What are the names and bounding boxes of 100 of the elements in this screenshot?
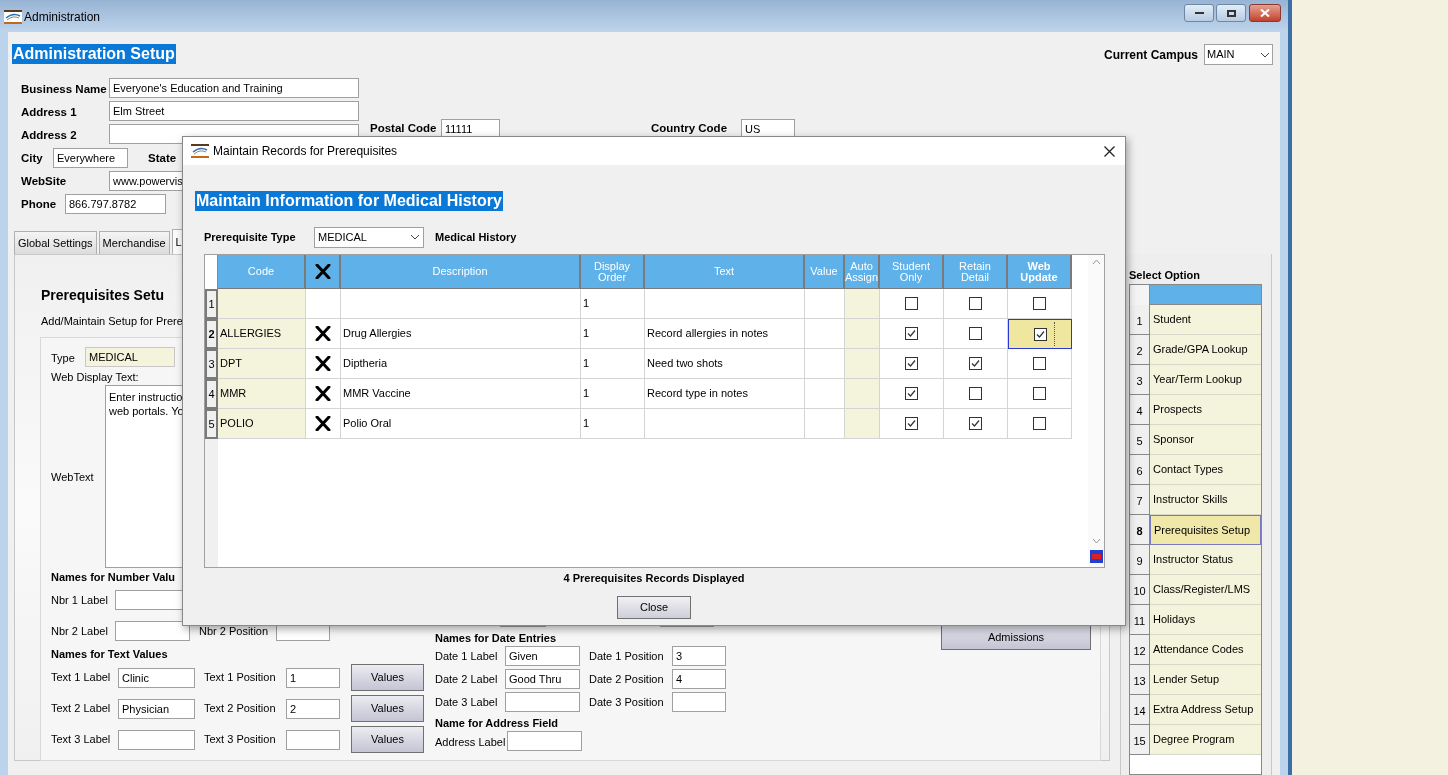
close-icon bbox=[1260, 9, 1270, 17]
option-item[interactable]: Lender Setup bbox=[1150, 665, 1261, 695]
type-field[interactable]: MEDICAL bbox=[85, 347, 175, 367]
text-field[interactable]: Physician bbox=[118, 698, 195, 719]
close-button[interactable]: Close bbox=[617, 596, 691, 619]
option-item[interactable]: Holidays bbox=[1150, 605, 1261, 635]
text-field[interactable]: 866.797.8782 bbox=[65, 194, 166, 214]
field-label: Phone bbox=[21, 197, 57, 211]
checkbox[interactable] bbox=[1033, 387, 1046, 400]
option-item[interactable]: Extra Address Setup bbox=[1150, 695, 1261, 725]
status-text: 4 Prerequisites Records Displayed bbox=[562, 571, 746, 585]
row-number: 14 bbox=[1130, 695, 1150, 725]
type-description: Medical History bbox=[435, 229, 517, 245]
close-button[interactable] bbox=[1249, 4, 1281, 22]
text-field[interactable] bbox=[507, 731, 582, 751]
checkbox[interactable] bbox=[905, 357, 918, 370]
option-item[interactable]: Grade/GPA Lookup bbox=[1150, 335, 1261, 365]
column-header: Web Update bbox=[1008, 255, 1072, 289]
row-number[interactable]: 3 bbox=[205, 349, 218, 379]
text-field[interactable] bbox=[505, 692, 580, 712]
option-item[interactable]: Class/Register/LMS bbox=[1150, 575, 1261, 605]
option-item[interactable]: Prerequisites Setup bbox=[1150, 515, 1261, 545]
option-item[interactable]: Degree Program bbox=[1150, 725, 1261, 755]
campus-dropdown[interactable]: MAIN bbox=[1204, 44, 1273, 65]
option-item[interactable]: Year/Term Lookup bbox=[1150, 365, 1261, 395]
checkbox[interactable] bbox=[1033, 297, 1046, 310]
text-field[interactable]: 11111 bbox=[441, 119, 500, 139]
minimize-button[interactable] bbox=[1184, 4, 1214, 22]
delete-icon bbox=[315, 356, 331, 371]
column-header: Display Order bbox=[581, 255, 645, 289]
tab[interactable]: Merchandise bbox=[98, 231, 170, 255]
checkbox[interactable] bbox=[905, 327, 918, 340]
values-button[interactable]: Values bbox=[351, 726, 424, 753]
scrollbar[interactable] bbox=[1088, 255, 1104, 567]
option-item[interactable]: Attendance Codes bbox=[1150, 635, 1261, 665]
table-cell: Need two shots bbox=[645, 349, 805, 379]
column-header: Text bbox=[645, 255, 805, 289]
maximize-button[interactable] bbox=[1216, 4, 1246, 22]
text-field[interactable]: Everywhere bbox=[53, 148, 128, 168]
checkbox[interactable] bbox=[969, 357, 982, 370]
text-field[interactable] bbox=[118, 729, 195, 750]
section-heading: Names for Text Values bbox=[51, 647, 168, 661]
row-number: 7 bbox=[1130, 485, 1150, 515]
text-field[interactable]: Clinic bbox=[118, 667, 195, 688]
type-dropdown[interactable]: MEDICAL bbox=[314, 226, 424, 248]
field-label: Date 1 Label bbox=[435, 648, 499, 664]
text-field[interactable]: Everyone's Education and Training bbox=[109, 78, 359, 98]
text-field[interactable] bbox=[115, 621, 190, 641]
tab[interactable]: Global Settings bbox=[14, 231, 97, 255]
row-number[interactable]: 1 bbox=[205, 289, 218, 319]
row-number[interactable]: 4 bbox=[205, 379, 218, 409]
checkbox[interactable] bbox=[1033, 357, 1046, 370]
text-field[interactable]: Elm Street bbox=[109, 101, 359, 121]
checkbox[interactable] bbox=[969, 387, 982, 400]
table-cell: Record allergies in notes bbox=[645, 319, 805, 349]
section-heading: Names for Date Entries bbox=[435, 631, 557, 645]
checkbox[interactable] bbox=[905, 417, 918, 430]
option-item[interactable]: Prospects bbox=[1150, 395, 1261, 425]
list-heading: Select Option bbox=[1129, 268, 1200, 282]
option-item[interactable]: Instructor Status bbox=[1150, 545, 1261, 575]
text-field[interactable]: 4 bbox=[672, 669, 726, 689]
checkbox[interactable] bbox=[1033, 417, 1046, 430]
checkbox[interactable] bbox=[1033, 327, 1047, 341]
option-item[interactable]: Instructor Skills bbox=[1150, 485, 1261, 515]
table-cell: 1 bbox=[581, 289, 645, 319]
table-cell: POLIO bbox=[218, 409, 306, 439]
row-number[interactable]: 2 bbox=[205, 319, 218, 349]
grid-options-icon[interactable] bbox=[1089, 550, 1103, 563]
field-label: Nbr 2 Position bbox=[199, 624, 269, 638]
field-label: Date 2 Label bbox=[435, 671, 499, 687]
table-cell: 1 bbox=[581, 349, 645, 379]
close-icon[interactable] bbox=[1104, 145, 1115, 157]
text-field[interactable]: 1 bbox=[286, 667, 340, 688]
checkbox[interactable] bbox=[905, 387, 918, 400]
values-button[interactable]: Values bbox=[351, 664, 424, 691]
text-field[interactable]: US bbox=[741, 119, 795, 139]
table-cell: DPT bbox=[218, 349, 306, 379]
option-item[interactable]: Student bbox=[1150, 305, 1261, 335]
checkbox[interactable] bbox=[969, 327, 982, 340]
text-field[interactable] bbox=[286, 729, 340, 750]
table-cell: Drug Allergies bbox=[341, 319, 581, 349]
text-field[interactable] bbox=[672, 692, 726, 712]
table-cell: 1 bbox=[581, 379, 645, 409]
option-item[interactable]: Contact Types bbox=[1150, 455, 1261, 485]
row-number[interactable]: 5 bbox=[205, 409, 218, 439]
option-item[interactable]: Sponsor bbox=[1150, 425, 1261, 455]
field-label: Date 1 Position bbox=[589, 648, 665, 664]
text-field[interactable]: 3 bbox=[672, 646, 726, 666]
field-label: WebText bbox=[51, 470, 94, 484]
field-label: City bbox=[21, 151, 43, 165]
dialog-heading: Maintain Information for Medical History bbox=[195, 191, 503, 211]
text-field[interactable]: Good Thru bbox=[505, 669, 580, 689]
checkbox[interactable] bbox=[905, 297, 918, 310]
values-button[interactable]: Values bbox=[351, 695, 424, 722]
field-label: Nbr 2 Label bbox=[51, 624, 108, 638]
text-field[interactable]: Given bbox=[505, 646, 580, 666]
checkbox[interactable] bbox=[969, 417, 982, 430]
row-number: 4 bbox=[1130, 395, 1150, 425]
checkbox[interactable] bbox=[969, 297, 982, 310]
text-field[interactable]: 2 bbox=[286, 698, 340, 719]
